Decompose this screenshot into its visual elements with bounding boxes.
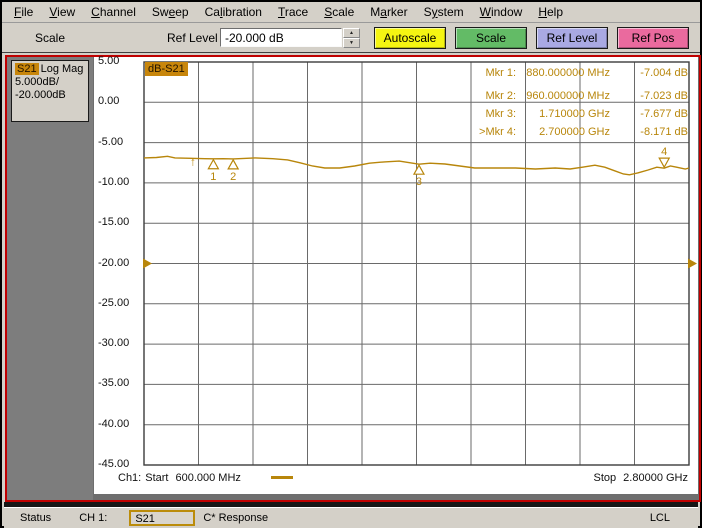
grid-lines (144, 62, 689, 465)
y-axis-label: -40.00 (98, 418, 129, 430)
y-axis-label: -30.00 (98, 337, 129, 349)
ref-pos-button[interactable]: Ref Pos (617, 27, 689, 49)
menu-item-scale[interactable]: Scale (316, 3, 362, 21)
trace-status-sidebar: S21Log Mag 5.000dB/ -20.000dB (7, 57, 93, 500)
marker-4-symbol[interactable] (659, 158, 669, 167)
toolbar-buttons: Autoscale Scale Ref Level Ref Pos (374, 27, 698, 49)
menu-item-view[interactable]: View (41, 3, 83, 21)
marker-readout-label: >Mkr 4: (452, 126, 516, 138)
marker-readout-row: >Mkr 4:2.700000 GHz-8.171 dB (452, 126, 688, 138)
trace-format-label: Log Mag (41, 63, 84, 75)
control-mode-label: LCL (650, 512, 670, 524)
marker-3-symbol[interactable] (414, 165, 424, 174)
trace-label-tag: dB-S21 (145, 62, 188, 76)
status-label: Status (20, 512, 51, 524)
marker-readout-value: -7.023 dB (610, 90, 688, 102)
y-axis-label: -5.00 (98, 136, 123, 148)
marker-3-number: 3 (416, 176, 422, 188)
menu-item-channel[interactable]: Channel (83, 3, 144, 21)
marker-readout-row: Mkr 1:880.000000 MHz-7.004 dB (452, 67, 688, 79)
plot-panel: 1 2 3 4 ↑ 5.00 0.00 -5.00 -10.00 -15.00 -20.00 -25… (94, 57, 698, 494)
menu-item-file[interactable]: File (6, 3, 41, 21)
stimulus-row: Ch1: Start 600.000 MHz Stop 2.80000 GHz (118, 470, 688, 485)
menu-item-calibration[interactable]: Calibration (197, 3, 270, 21)
menu-item-system[interactable]: System (416, 3, 472, 21)
trace-status-box[interactable]: S21Log Mag 5.000dB/ -20.000dB (11, 60, 89, 122)
trace-ref-level-label: -20.000dB (15, 89, 85, 102)
y-axis-label: -25.00 (98, 297, 129, 309)
menu-item-trace[interactable]: Trace (270, 3, 316, 21)
marker-readout-value: -8.171 dB (610, 126, 688, 138)
marker-readout-label: Mkr 3: (452, 108, 516, 120)
y-axis-label: -35.00 (98, 377, 129, 389)
menu-item-sweep[interactable]: Sweep (144, 3, 197, 21)
menu-item-help[interactable]: Help (530, 3, 571, 21)
status-bar: Status CH 1: S21 C* Response LCL (4, 507, 698, 528)
trace-scale-label: 5.000dB/ (15, 76, 85, 89)
marker-4-number: 4 (661, 146, 667, 158)
marker-readout-value: -7.004 dB (610, 67, 688, 79)
marker-2-number: 2 (230, 171, 236, 183)
stimulus-start-label: Start (145, 472, 168, 484)
stimulus-channel-label: Ch1: (118, 472, 141, 484)
marker-1-symbol[interactable] (208, 160, 218, 169)
ref-level-field-group: ▲ ▼ (220, 28, 360, 47)
menu-bar: FileViewChannelSweepCalibrationTraceScal… (2, 2, 700, 23)
marker-readout-row: Mkr 3:1.710000 GHz-7.677 dB (452, 108, 688, 120)
ref-level-label: Ref Level (167, 31, 218, 45)
ref-level-arrow-left[interactable] (143, 259, 152, 269)
y-axis-label: -45.00 (98, 458, 129, 470)
marker-readout-row: Mkr 2:960.000000 MHz-7.023 dB (452, 90, 688, 102)
vna-app-window: FileViewChannelSweepCalibrationTraceScal… (0, 0, 702, 528)
y-axis-label: 0.00 (98, 95, 119, 107)
marker-2-symbol[interactable] (228, 160, 238, 169)
toolbar-context-label: Scale (35, 31, 65, 45)
y-axis-label: 5.00 (98, 55, 119, 67)
trace-param-line: S21Log Mag (15, 63, 85, 76)
spinner-down-icon[interactable]: ▼ (343, 38, 360, 48)
trace-parameter-tag: S21 (15, 63, 39, 75)
autoscale-button[interactable]: Autoscale (374, 27, 446, 49)
stimulus-stop-label: Stop (594, 472, 617, 484)
status-measurement-box[interactable]: S21 (129, 510, 195, 526)
toolbar: Scale Ref Level ▲ ▼ Autoscale Scale Ref Le… (2, 23, 700, 53)
marker-readout-label: Mkr 1: (452, 67, 516, 79)
marker-readout-frequency: 2.700000 GHz (516, 126, 610, 138)
y-axis-label: -15.00 (98, 216, 129, 228)
trace-arrow-indicator: ↑ (190, 154, 196, 168)
trace-color-swatch (271, 476, 293, 479)
y-axis-label: -10.00 (98, 176, 129, 188)
marker-readout-value: -7.677 dB (610, 108, 688, 120)
spinner-up-icon[interactable]: ▲ (343, 28, 360, 38)
marker-readout-frequency: 1.710000 GHz (516, 108, 610, 120)
marker-readout-frequency: 960.000000 MHz (516, 90, 610, 102)
marker-readout-label: Mkr 2: (452, 90, 516, 102)
marker-1-number: 1 (210, 171, 216, 183)
display-area: S21Log Mag 5.000dB/ -20.000dB 1 2 3 4 ↑ 5.00… (5, 55, 701, 502)
scale-button[interactable]: Scale (455, 27, 527, 49)
ref-level-spinner[interactable]: ▲ ▼ (343, 28, 360, 47)
cal-status-label: C* Response (203, 512, 268, 524)
stimulus-start-value: 600.000 MHz (175, 472, 240, 484)
plot-grid: 1 2 3 4 ↑ (94, 57, 698, 494)
menu-item-window[interactable]: Window (472, 3, 531, 21)
menu-item-marker[interactable]: Marker (362, 3, 415, 21)
ref-level-input[interactable] (220, 28, 342, 47)
ref-level-arrow-right[interactable] (688, 259, 697, 269)
ref-level-button[interactable]: Ref Level (536, 27, 608, 49)
y-axis-label: -20.00 (98, 257, 129, 269)
stimulus-stop-value: 2.80000 GHz (623, 472, 688, 484)
status-channel-label: CH 1: (79, 512, 107, 524)
marker-readout-frequency: 880.000000 MHz (516, 67, 610, 79)
